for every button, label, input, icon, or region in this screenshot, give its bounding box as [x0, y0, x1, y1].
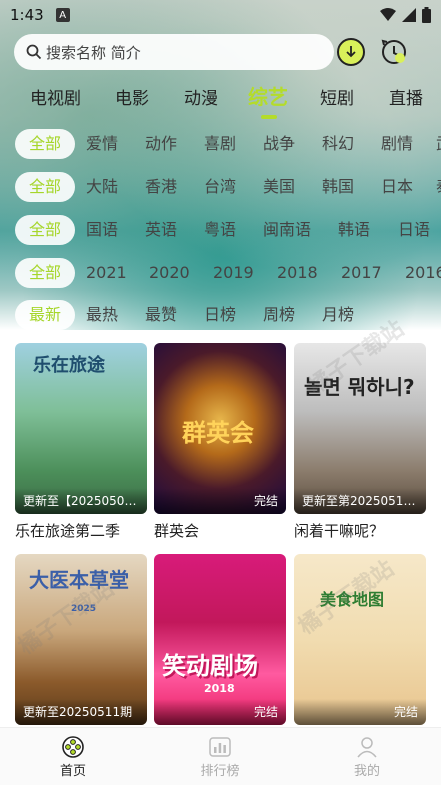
filter-chip[interactable]: 最热: [86, 300, 118, 330]
filter-chip[interactable]: 2021: [86, 258, 127, 288]
filter-chip[interactable]: 2020: [149, 258, 190, 288]
filter-chip[interactable]: 月榜: [322, 300, 354, 330]
nav-label: 排行榜: [200, 764, 240, 779]
filter-chip[interactable]: 韩国: [322, 172, 354, 202]
update-badge: 更新至【2025050…: [15, 488, 147, 514]
search-row: 搜索名称 简介: [14, 33, 429, 71]
video-card[interactable]: 乐在旅途 更新至【2025050… 乐在旅途第二季: [15, 343, 147, 541]
nav-profile[interactable]: 我的: [327, 736, 407, 779]
filter-chip[interactable]: 2017: [341, 258, 382, 288]
update-badge: 更新至20250511期: [15, 699, 147, 725]
card-title: 乐在旅途第二季: [15, 522, 121, 540]
update-badge: 完结: [154, 488, 286, 514]
tab-variety[interactable]: 综艺: [248, 81, 288, 110]
card-title: 群英会: [154, 522, 200, 540]
signal-icon: [402, 8, 416, 22]
filter-chip[interactable]: 2016: [405, 258, 441, 288]
category-tabs: 电视剧 电影 动漫 综艺 短剧 直播: [0, 80, 441, 112]
filter-chip[interactable]: 台湾: [204, 172, 236, 202]
tab-tv-series[interactable]: 电视剧: [30, 84, 81, 109]
history-icon: [381, 39, 406, 64]
active-tab-indicator: [261, 115, 277, 119]
filter-row-year: 全部 2021 2020 2019 2018 2017 2016: [0, 258, 441, 288]
poster-title-art: 乐在旅途: [33, 355, 105, 376]
search-input[interactable]: 搜索名称 简介: [14, 34, 334, 70]
nav-label: 首页: [59, 764, 86, 779]
nav-label: 我的: [353, 764, 380, 779]
nav-ranking[interactable]: 排行榜: [180, 736, 260, 779]
film-reel-icon: [62, 736, 84, 758]
bottom-nav: 首页 排行榜 我的: [0, 727, 441, 785]
filter-chip[interactable]: 2018: [277, 258, 318, 288]
filter-chip[interactable]: 剧情: [381, 129, 413, 159]
filter-chip[interactable]: 日本: [381, 172, 413, 202]
update-badge: 完结: [154, 699, 286, 725]
filter-chip[interactable]: 2019: [213, 258, 254, 288]
filter-chip[interactable]: 香港: [145, 172, 177, 202]
tab-movie[interactable]: 电影: [115, 84, 149, 109]
filter-chip[interactable]: 最赞: [145, 300, 177, 330]
filter-chip[interactable]: 韩语: [338, 215, 370, 245]
filter-chip[interactable]: 武: [436, 129, 441, 159]
notification-icon: A: [55, 8, 70, 22]
filter-chip[interactable]: 泰: [436, 172, 441, 202]
filter-chip[interactable]: 全部: [15, 258, 76, 288]
filter-chip[interactable]: 科幻: [322, 129, 354, 159]
filter-row-region: 全部 大陆 香港 台湾 美国 韩国 日本 泰: [0, 172, 441, 202]
filter-chip[interactable]: 日榜: [204, 300, 236, 330]
video-card[interactable]: 笑动剧场 2018 完结: [154, 554, 286, 725]
filter-chip[interactable]: 爱情: [86, 129, 118, 159]
update-badge: 更新至第2025051…: [294, 488, 426, 514]
poster-title-art: 笑动剧场: [162, 652, 258, 680]
filter-chip[interactable]: 战争: [263, 129, 295, 159]
wifi-icon: [380, 8, 396, 21]
battery-icon: [422, 7, 431, 23]
filter-chip[interactable]: 日语: [398, 215, 430, 245]
video-card[interactable]: 群英会 完结 群英会: [154, 343, 286, 541]
poster-title-art: 群英会: [182, 419, 254, 447]
card-title: 闲着干嘛呢？: [294, 522, 385, 540]
download-icon: [346, 46, 356, 58]
nav-home[interactable]: 首页: [33, 736, 113, 779]
poster-image: 群英会 完结: [154, 343, 286, 514]
status-time: 1:43: [10, 6, 44, 24]
filter-chip[interactable]: 英语: [145, 215, 177, 245]
search-placeholder: 搜索名称 简介: [46, 43, 141, 62]
status-bar: 1:43 A: [0, 0, 441, 30]
poster-image: 乐在旅途 更新至【2025050…: [15, 343, 147, 514]
filter-chip[interactable]: 最新: [15, 300, 76, 330]
filter-chip[interactable]: 全部: [15, 129, 76, 159]
tab-live[interactable]: 直播: [389, 84, 423, 109]
filter-chip[interactable]: 全部: [15, 215, 76, 245]
download-button[interactable]: [337, 38, 365, 66]
filter-chip[interactable]: 喜剧: [204, 129, 236, 159]
tab-short-drama[interactable]: 短剧: [320, 84, 354, 109]
filter-chip[interactable]: 全部: [15, 172, 76, 202]
tab-anime[interactable]: 动漫: [184, 84, 218, 109]
poster-image: 笑动剧场 2018 完结: [154, 554, 286, 725]
filter-chip[interactable]: 美国: [263, 172, 295, 202]
bar-chart-icon: [209, 737, 231, 757]
user-icon: [357, 737, 377, 758]
filter-row-genre: 全部 爱情 动作 喜剧 战争 科幻 剧情 武: [0, 129, 441, 159]
filter-chip[interactable]: 闽南语: [263, 215, 311, 245]
filter-row-language: 全部 国语 英语 粤语 闽南语 韩语 日语: [0, 215, 441, 245]
filter-chip[interactable]: 国语: [86, 215, 118, 245]
filter-chip[interactable]: 动作: [145, 129, 177, 159]
search-icon: [26, 44, 42, 60]
update-badge: 完结: [294, 699, 426, 725]
filter-chip[interactable]: 大陆: [86, 172, 118, 202]
poster-year: 2018: [204, 682, 235, 695]
history-button[interactable]: [380, 38, 408, 66]
filter-chip[interactable]: 粤语: [204, 215, 236, 245]
filter-chip[interactable]: 周榜: [263, 300, 295, 330]
